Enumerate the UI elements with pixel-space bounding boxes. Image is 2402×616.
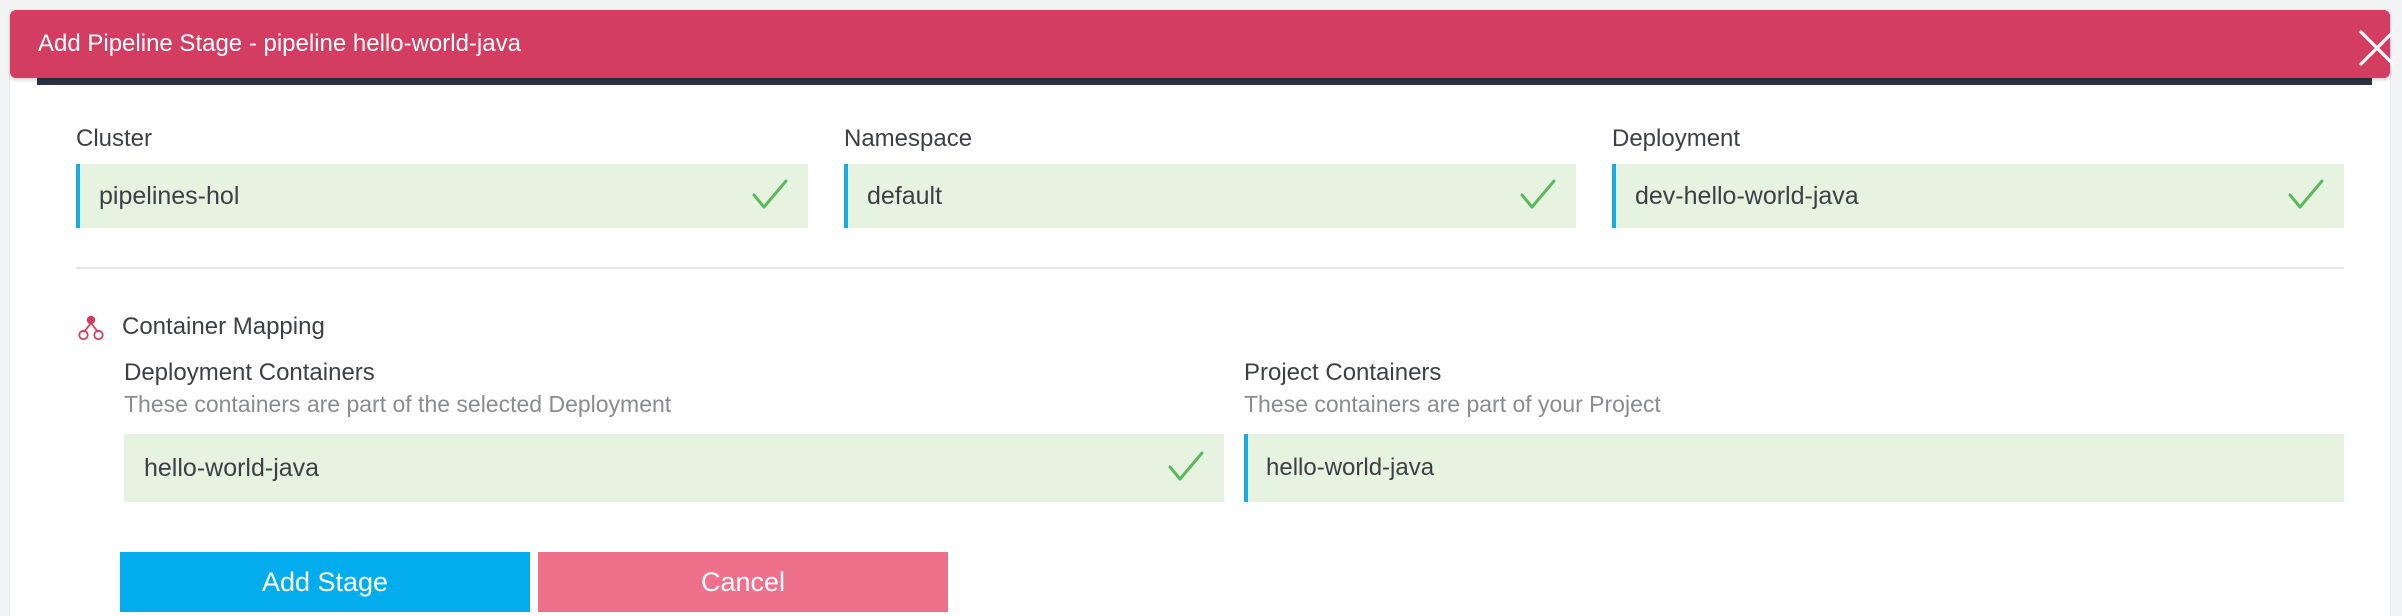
project-containers-description: These containers are part of your Projec… [1244, 391, 1661, 417]
cancel-button[interactable]: Cancel [538, 552, 948, 612]
project-container-input[interactable] [1266, 434, 2326, 502]
close-button[interactable] [2330, 26, 2395, 66]
deployment-label: Deployment [1612, 125, 1741, 152]
page: Add Pipeline Stage - pipeline hello-worl… [0, 0, 2402, 616]
deployment-container-value: hello-world-java [144, 454, 320, 482]
section-divider [76, 267, 2344, 269]
container-mapping-title: Container Mapping [122, 313, 325, 340]
cluster-select[interactable]: pipelines-hol [76, 164, 808, 228]
namespace-label: Namespace [844, 125, 973, 152]
deployment-value: dev-hello-world-java [1635, 182, 1859, 210]
deployment-containers-description: These containers are part of the selecte… [124, 391, 672, 417]
cluster-value: pipelines-hol [99, 182, 240, 210]
checkmark-icon [2288, 179, 2324, 209]
dialog-title: Add Pipeline Stage - pipeline hello-worl… [38, 30, 521, 57]
deployment-container-item[interactable]: hello-world-java [124, 434, 1224, 502]
checkmark-icon [1520, 179, 1556, 209]
dialog-header: Add Pipeline Stage - pipeline hello-worl… [10, 10, 2395, 78]
deployment-containers-label: Deployment Containers [124, 359, 375, 386]
namespace-value: default [867, 182, 943, 210]
checkmark-icon [752, 179, 788, 209]
deployment-select[interactable]: dev-hello-world-java [1612, 164, 2344, 228]
project-container-field [1244, 434, 2344, 502]
checkmark-icon [1168, 451, 1204, 481]
close-icon [2359, 30, 2395, 66]
project-containers-label: Project Containers [1244, 359, 1442, 386]
add-pipeline-stage-dialog: Add Pipeline Stage - pipeline hello-worl… [10, 10, 2395, 616]
namespace-select[interactable]: default [844, 164, 1576, 228]
add-stage-button[interactable]: Add Stage [120, 552, 530, 612]
cluster-nodes-icon [78, 315, 104, 341]
cluster-label: Cluster [76, 125, 153, 152]
header-underline [37, 78, 2372, 85]
